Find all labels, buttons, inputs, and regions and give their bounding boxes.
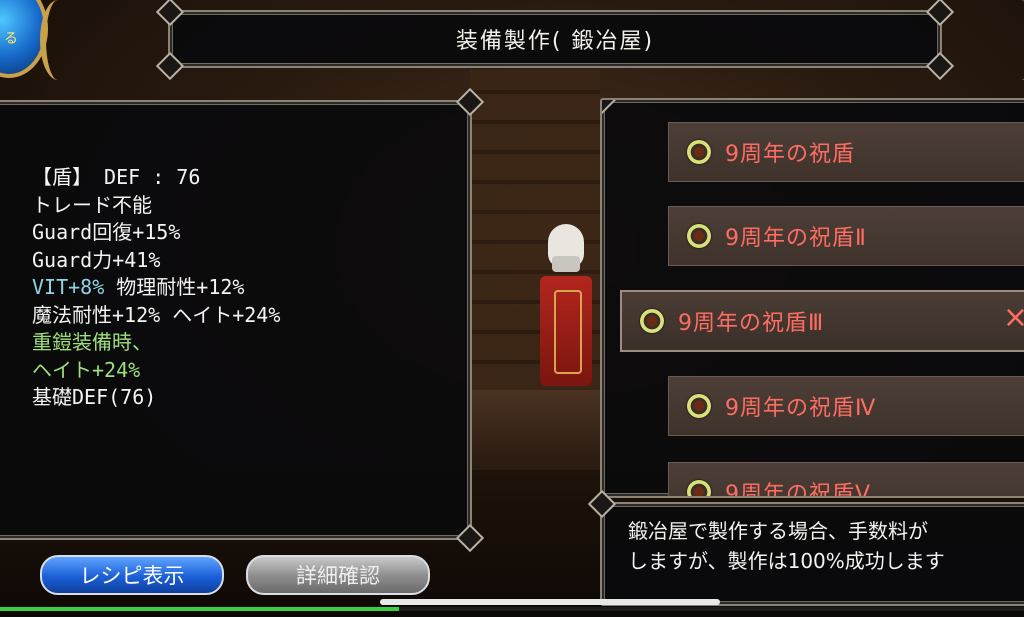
recipe-item[interactable]: 9周年の祝盾Ⅱ: [668, 206, 1024, 266]
close-icon[interactable]: ×: [1003, 300, 1024, 335]
home-indicator[interactable]: [380, 599, 720, 605]
recipe-list-panel: 9周年の祝盾 9周年の祝盾Ⅱ 9周年の祝盾Ⅲ × 9周年の祝盾Ⅳ 9周年の祝盾Ⅴ: [600, 98, 1024, 498]
frame-corner: [155, 51, 185, 81]
shield-item-icon: [687, 394, 711, 418]
recipe-item-label: 9周年の祝盾Ⅲ: [678, 311, 825, 336]
background-table: [470, 390, 605, 460]
stat-line: 基礎DEF(76): [32, 385, 157, 409]
npc-mask: [552, 256, 580, 272]
npc-character: [532, 220, 600, 400]
detail-confirm-button[interactable]: 詳細確認: [246, 555, 430, 595]
npc-trim: [554, 290, 582, 374]
stat-line: 【盾】 DEF : 76: [32, 165, 201, 189]
stat-line-bonus: ヘイト+24%: [32, 357, 141, 382]
recipe-item[interactable]: 9周年の祝盾Ⅳ: [668, 376, 1024, 436]
shield-item-icon: [640, 309, 664, 333]
recipe-item-label: 9周年の祝盾Ⅴ: [725, 482, 872, 498]
stat-line: トレード不能: [32, 192, 152, 217]
recipe-item-label: 9周年の祝盾: [725, 142, 855, 167]
gold-ornament-left: [40, 0, 76, 80]
orb-label: る: [4, 31, 18, 47]
stat-line: VIT+8% 物理耐性+12%: [32, 274, 280, 302]
page-title: 装備製作( 鍛冶屋): [455, 29, 655, 54]
stat-line: Guard回復+15%: [32, 220, 181, 244]
info-line: しますが、製作は100%成功します: [628, 549, 945, 573]
recipe-item[interactable]: 9周年の祝盾: [668, 122, 1024, 182]
item-detail-panel: 【盾】 DEF : 76 トレード不能 Guard回復+15% Guard力+4…: [0, 87, 485, 553]
shield-item-icon: [687, 480, 711, 496]
shield-item-icon: [687, 140, 711, 164]
title-bar: 装備製作( 鍛冶屋): [155, 0, 955, 81]
gold-ornament-right: [1004, 0, 1024, 80]
frame-corner: [602, 100, 617, 115]
progress-bar: [0, 607, 1024, 611]
info-panel: 鍛冶屋で製作する場合、手数料が しますが、製作は100%成功します: [587, 489, 1024, 606]
frame-corner: [925, 51, 955, 81]
recipe-item-selected[interactable]: 9周年の祝盾Ⅲ ×: [620, 290, 1024, 352]
recipe-item-label: 9周年の祝盾Ⅳ: [725, 396, 877, 421]
frame-corner: [155, 0, 185, 27]
stat-line-bonus: 重鎧装備時、: [32, 330, 152, 354]
stat-line: 魔法耐性+12% ヘイト+24%: [32, 302, 281, 327]
stat-physical-resist: 物理耐性+12%: [104, 275, 245, 299]
recipe-display-button[interactable]: レシピ表示: [40, 555, 224, 595]
stat-line: Guard力+41%: [32, 247, 161, 272]
info-line: 鍛冶屋で製作する場合、手数料が: [628, 519, 928, 543]
stat-vit: VIT+8%: [32, 275, 105, 299]
recipe-item-label: 9周年の祝盾Ⅱ: [725, 226, 867, 251]
recipe-item[interactable]: 9周年の祝盾Ⅴ: [668, 462, 1024, 498]
info-text: 鍛冶屋で製作する場合、手数料が しますが、製作は100%成功します: [628, 516, 945, 576]
shield-item-icon: [687, 224, 711, 248]
frame-corner: [925, 0, 955, 27]
progress-fill: [0, 607, 400, 611]
item-stats: 【盾】 DEF : 76 トレード不能 Guard回復+15% Guard力+4…: [32, 164, 280, 412]
